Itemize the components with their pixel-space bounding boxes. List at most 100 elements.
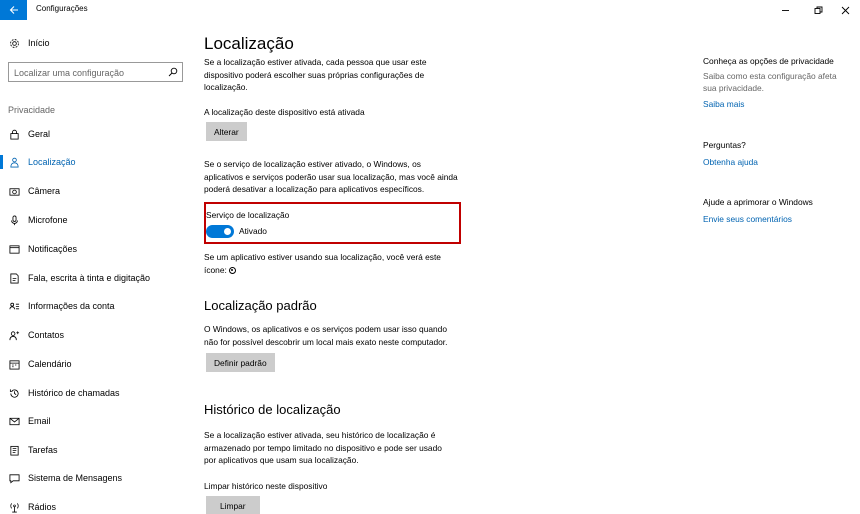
- main-content: Localização Se a localização estiver ati…: [204, 20, 674, 514]
- location-service-label: Serviço de localização: [206, 210, 290, 220]
- privacy-options-text: Saiba como esta configuração afeta sua p…: [703, 70, 853, 94]
- sidebar-item-label: Calendário: [28, 359, 72, 369]
- location-indicator-icon: [228, 266, 236, 274]
- radio-icon: [9, 502, 20, 513]
- section-heading-privacy: Privacidade: [8, 105, 56, 115]
- get-help-link[interactable]: Obtenha ajuda: [703, 157, 758, 167]
- sidebar-item-label: Câmera: [28, 186, 61, 196]
- service-line: Se o serviço de localização estiver ativ…: [204, 159, 421, 169]
- default-line: O Windows, os aplicativos e os serviços …: [204, 324, 447, 334]
- sidebar-item-fala[interactable]: Fala, escrita à tinta e digitação: [0, 267, 195, 289]
- sidebar-item-calendario[interactable]: Calendário: [0, 353, 195, 375]
- restore-icon: [814, 6, 822, 14]
- history-line: Se a localização estiver ativada, seu hi…: [204, 430, 436, 440]
- sidebar-item-label: Geral: [28, 129, 51, 139]
- mail-icon: [9, 416, 20, 427]
- sidebar-item-label: Histórico de chamadas: [28, 388, 120, 398]
- sidebar-item-label: Notificações: [28, 244, 78, 254]
- back-button[interactable]: [0, 0, 27, 20]
- page-title: Localização: [204, 34, 294, 53]
- notification-icon: [9, 244, 20, 255]
- default-location-text: O Windows, os aplicativos e os serviços …: [204, 323, 474, 348]
- account-info-icon: [9, 301, 20, 312]
- service-line: aplicativos e serviços poderão usar sua …: [204, 171, 458, 182]
- contacts-icon: [9, 330, 20, 341]
- sidebar-item-contatos[interactable]: Contatos: [0, 324, 195, 346]
- document-pen-icon: [9, 273, 20, 284]
- sidebar-item-notificacoes[interactable]: Notificações: [0, 238, 195, 260]
- sidebar-item-label: Microfone: [28, 215, 68, 225]
- sidebar: Início Privacidade Geral Localização Câm…: [0, 20, 195, 514]
- location-history-heading: Histórico de localização: [204, 402, 341, 417]
- minimize-button[interactable]: [770, 0, 800, 20]
- back-arrow-icon: [9, 6, 18, 14]
- sidebar-item-historico-chamadas[interactable]: Histórico de chamadas: [0, 382, 195, 404]
- search-input[interactable]: [14, 66, 164, 79]
- default-location-heading: Localização padrão: [204, 298, 317, 313]
- sidebar-item-label: Rádios: [28, 502, 57, 512]
- search-icon: [168, 67, 178, 77]
- device-location-status: A localização deste dispositivo está ati…: [204, 107, 365, 117]
- history-line: por aplicativos que usam sua localização…: [204, 455, 359, 465]
- icon-note-line: Se um aplicativo estiver usando sua loca…: [204, 252, 441, 262]
- window-title: Configurações: [36, 4, 88, 13]
- sidebar-item-label: Email: [28, 416, 51, 426]
- calendar-icon: [9, 359, 20, 370]
- clear-button[interactable]: Limpar: [206, 496, 260, 514]
- title-bar: Configurações: [0, 0, 860, 20]
- sidebar-item-conta[interactable]: Informações da conta: [0, 295, 195, 317]
- sidebar-item-localizacao[interactable]: Localização: [0, 151, 195, 173]
- active-indicator: [0, 155, 3, 169]
- person-location-icon: [9, 157, 20, 168]
- microphone-icon: [9, 215, 20, 226]
- sidebar-item-home[interactable]: Início: [0, 32, 195, 54]
- toggle-knob: [224, 228, 231, 235]
- location-service-toggle[interactable]: [206, 225, 234, 238]
- icon-note: Se um aplicativo estiver usando sua loca…: [204, 251, 469, 276]
- send-feedback-link[interactable]: Envie seus comentários: [703, 214, 792, 224]
- questions-heading: Perguntas?: [703, 140, 746, 150]
- tasks-icon: [9, 445, 20, 456]
- sidebar-item-label: Sistema de Mensagens: [28, 473, 123, 483]
- clear-history-label: Limpar histórico neste dispositivo: [204, 481, 328, 491]
- history-line: armazenado por tempo limitado no disposi…: [204, 442, 442, 453]
- minimize-icon: [781, 9, 789, 11]
- lock-icon: [9, 129, 20, 140]
- default-line: não for possível descobrir um local mais…: [204, 336, 448, 347]
- history-icon: [9, 388, 20, 399]
- sidebar-item-radios[interactable]: Rádios: [0, 496, 195, 514]
- learn-more-link[interactable]: Saiba mais: [703, 99, 744, 109]
- sidebar-item-camera[interactable]: Câmera: [0, 180, 195, 202]
- sidebar-item-geral[interactable]: Geral: [0, 123, 195, 145]
- set-default-button[interactable]: Definir padrão: [206, 353, 275, 372]
- sidebar-item-mensagens[interactable]: Sistema de Mensagens: [0, 467, 195, 489]
- gear-icon: [9, 38, 20, 49]
- change-button[interactable]: Alterar: [206, 122, 247, 141]
- privacy-options-heading: Conheça as opções de privacidade: [703, 56, 834, 66]
- intro-line: dispositivo poderá escolher suas própria…: [204, 69, 425, 80]
- location-history-text: Se a localização estiver ativada, seu hi…: [204, 429, 469, 467]
- camera-icon: [9, 186, 20, 197]
- sidebar-item-label: Informações da conta: [28, 301, 115, 311]
- close-button[interactable]: [830, 0, 860, 20]
- improve-windows-heading: Ajude a aprimorar o Windows: [703, 197, 813, 207]
- sidebar-item-label: Tarefas: [28, 445, 58, 455]
- messaging-icon: [9, 473, 20, 484]
- search-box[interactable]: [8, 62, 183, 82]
- restore-button[interactable]: [803, 0, 833, 20]
- intro-text: Se a localização estiver ativada, cada p…: [204, 56, 469, 94]
- sidebar-item-microfone[interactable]: Microfone: [0, 209, 195, 231]
- sidebar-home-label: Início: [28, 38, 50, 48]
- sidebar-item-email[interactable]: Email: [0, 410, 195, 432]
- close-icon: [841, 6, 849, 14]
- icon-note-line: ícone:: [204, 264, 227, 275]
- related-panel: Conheça as opções de privacidade Saiba c…: [703, 20, 860, 514]
- service-description: Se o serviço de localização estiver ativ…: [204, 158, 474, 196]
- service-line: poderá desativar a localização para apli…: [204, 184, 425, 194]
- privacy-line: Saiba como esta configuração afeta: [703, 71, 837, 81]
- sidebar-item-tarefas[interactable]: Tarefas: [0, 439, 195, 461]
- intro-line: localização.: [204, 82, 248, 92]
- toggle-state-label: Ativado: [239, 226, 267, 236]
- sidebar-item-label: Localização: [28, 157, 76, 167]
- sidebar-item-label: Contatos: [28, 330, 65, 340]
